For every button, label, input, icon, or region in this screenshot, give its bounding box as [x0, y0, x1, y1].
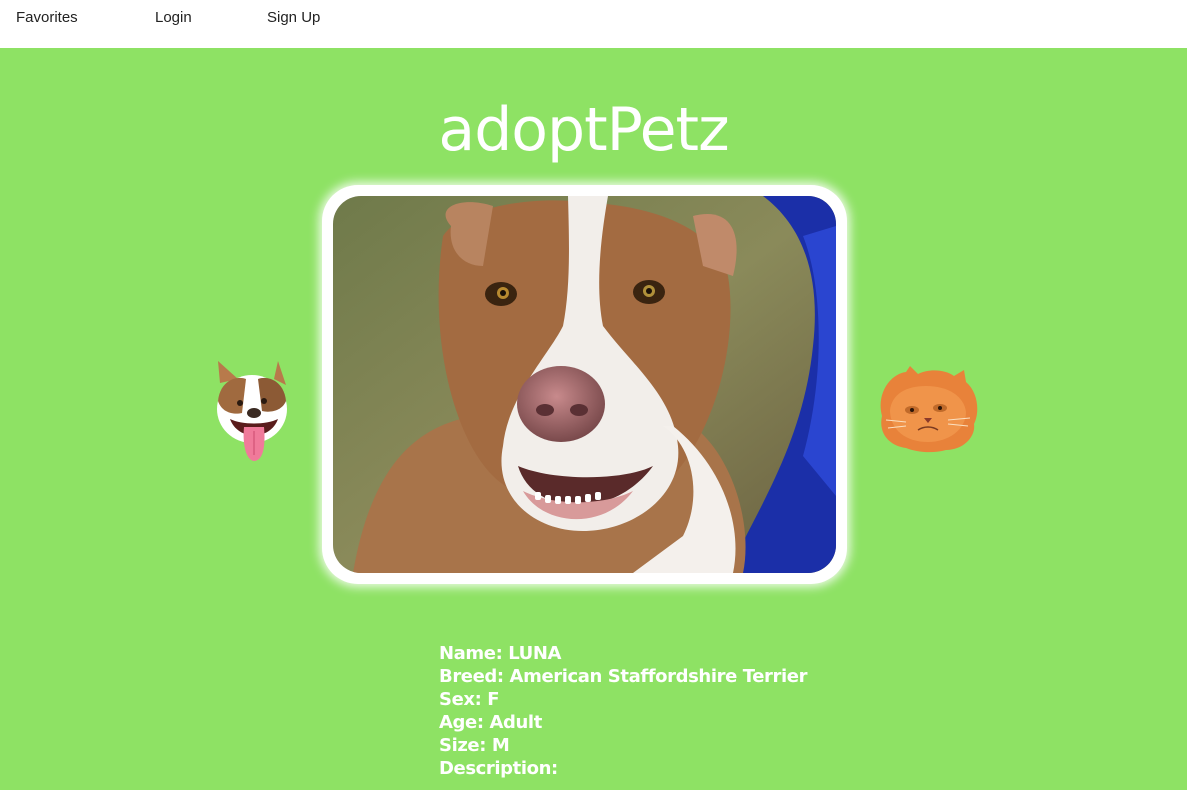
pet-breed: Breed: American Staffordshire Terrier — [439, 666, 808, 687]
dog-icon[interactable] — [212, 361, 292, 463]
pet-size: Size: M — [439, 735, 510, 756]
nav-favorites-link[interactable]: Favorites — [16, 9, 78, 26]
top-nav: Favorites Login Sign Up — [0, 0, 1187, 48]
pet-name: Name: LUNA — [439, 643, 562, 664]
nav-login-link[interactable]: Login — [155, 9, 192, 26]
pet-info: Name: LUNA Breed: American Staffordshire… — [439, 642, 807, 780]
pet-description: Description: — [439, 758, 558, 779]
app-title: adoptPetz — [438, 95, 729, 165]
nav-signup-link[interactable]: Sign Up — [267, 9, 320, 26]
cat-icon[interactable] — [876, 364, 980, 454]
pet-sex: Sex: F — [439, 689, 500, 710]
pet-photo-frame — [322, 185, 847, 584]
pet-photo — [333, 196, 836, 573]
pet-age: Age: Adult — [439, 712, 542, 733]
